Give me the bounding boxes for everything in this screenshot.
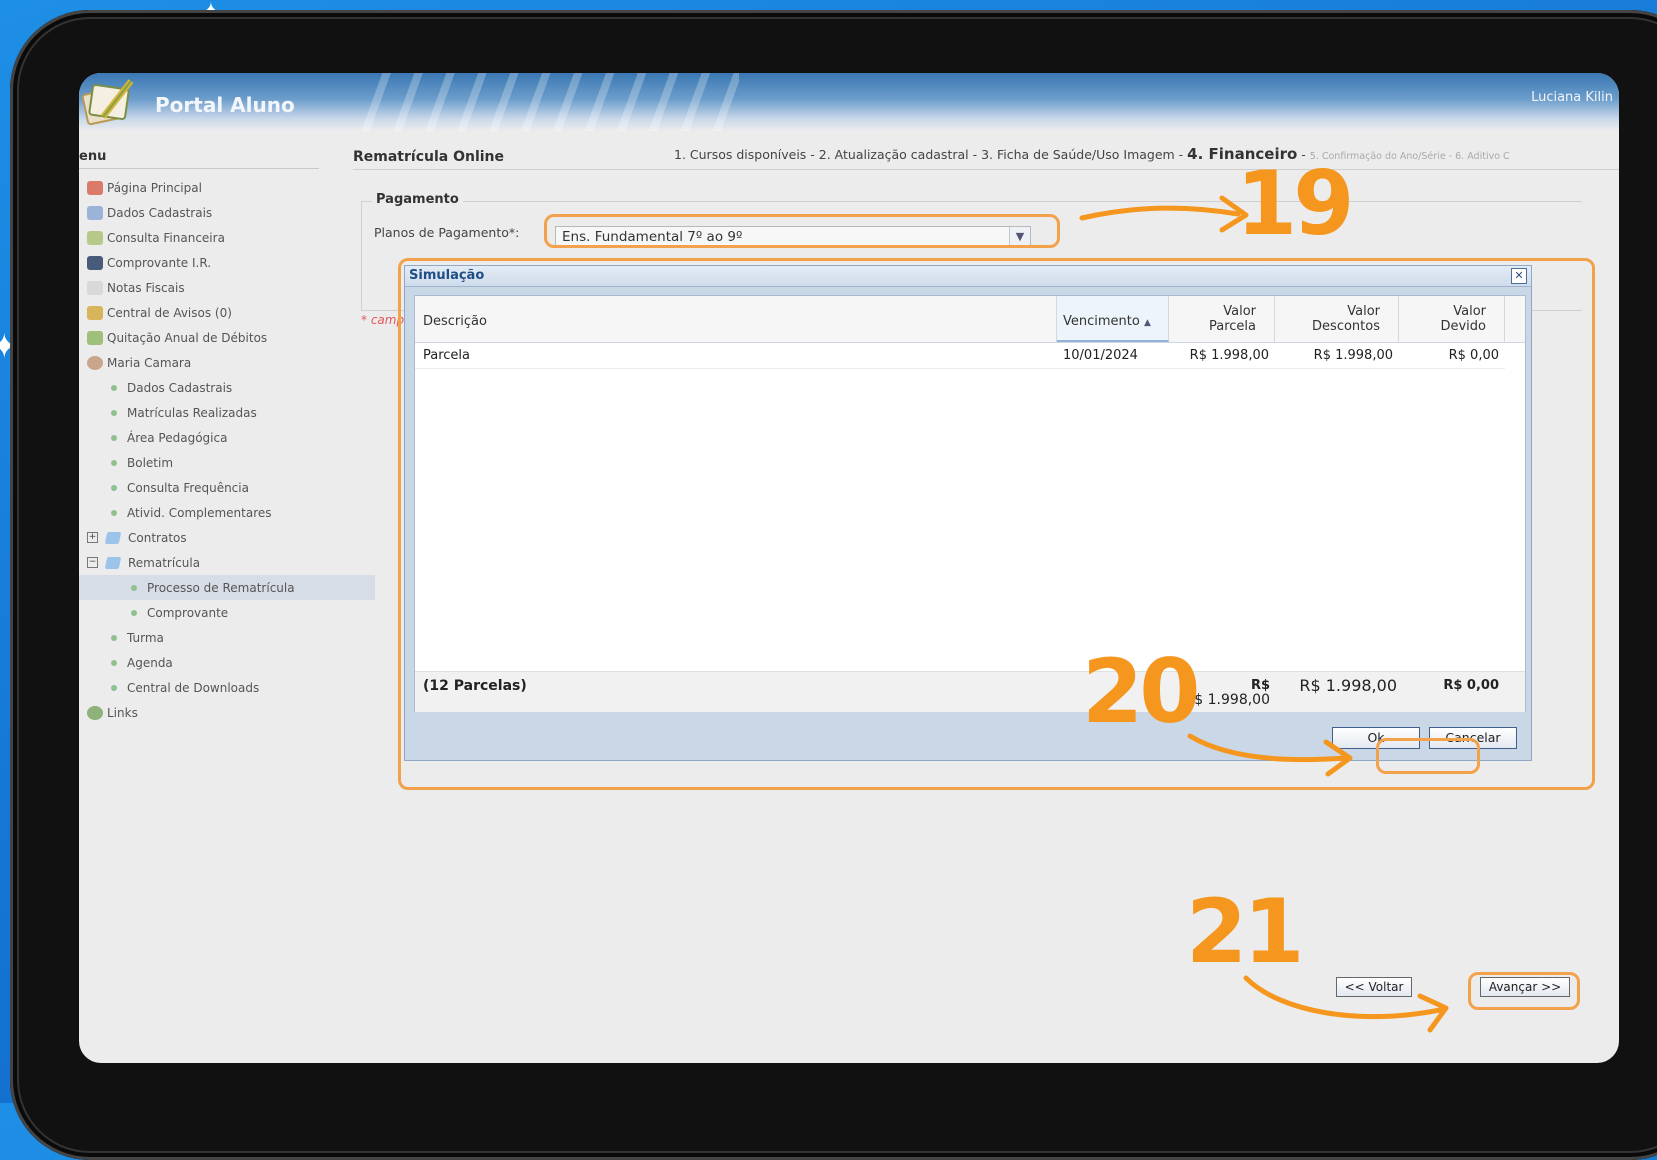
step-number-20: 20: [1082, 640, 1200, 743]
sidebar-item-notas-fiscais[interactable]: Notas Fiscais: [79, 275, 324, 300]
sidebar-item-label: Central de Avisos (0): [107, 305, 232, 320]
page-title: Rematrícula Online: [353, 149, 505, 165]
app-header: Portal Aluno Luciana Kilin: [79, 73, 1619, 131]
bullet-icon: [111, 434, 117, 441]
sidebar-item-comprovante-ir[interactable]: Comprovante I.R.: [79, 250, 324, 275]
sidebar-item-ativid[interactable]: Ativid. Complementares: [79, 500, 324, 525]
plan-label: Planos de Pagamento*:: [374, 225, 520, 240]
sidebar-item-matriculas[interactable]: Matrículas Realizadas: [79, 400, 324, 425]
sidebar-item-label: Central de Downloads: [127, 680, 260, 695]
sidebar-item-label: Maria Camara: [107, 355, 192, 370]
sidebar-item-label: Agenda: [127, 655, 173, 670]
sidebar-item-comprovante[interactable]: Comprovante: [79, 600, 324, 625]
steps-done: 1. Cursos disponíveis - 2. Atualização c…: [674, 147, 1188, 162]
sidebar-item-label: Comprovante: [147, 605, 229, 620]
certificate-icon: [87, 330, 103, 345]
document-icon: [87, 280, 103, 295]
sidebar-item-student[interactable]: Maria Camara: [79, 350, 324, 375]
portal-logo-icon: [81, 79, 134, 126]
sidebar-item-label: Notas Fiscais: [107, 280, 185, 295]
bullet-icon: [131, 609, 137, 616]
sidebar-item-turma[interactable]: Turma: [79, 625, 324, 650]
id-card-icon: [87, 205, 103, 220]
sidebar-menu: enu Página Principal Dados Cadastrais Co…: [79, 149, 375, 725]
highlight-ok-button: [1376, 738, 1480, 774]
sidebar-item-area-pedagogica[interactable]: Área Pedagógica: [79, 425, 324, 450]
sidebar-item-label: Consulta Frequência: [127, 480, 249, 495]
collapse-icon[interactable]: −: [87, 557, 98, 568]
sidebar-item-label: Processo de Rematrícula: [147, 580, 295, 595]
folder-icon: [104, 531, 122, 544]
page-header: Rematrícula Online 1. Cursos disponíveis…: [353, 145, 1619, 170]
bullet-icon: [111, 384, 117, 391]
highlight-simulation-dialog: [398, 258, 1595, 790]
bullet-icon: [111, 484, 117, 491]
home-icon: [87, 180, 103, 195]
sidebar-item-label: Área Pedagógica: [127, 430, 228, 445]
sidebar-item-label: Dados Cadastrais: [107, 205, 213, 220]
sidebar-item-consulta-financeira[interactable]: Consulta Financeira: [79, 225, 324, 250]
sidebar-item-label: Comprovante I.R.: [107, 255, 212, 270]
sidebar-item-label: Links: [107, 705, 138, 720]
sidebar-item-label: Quitação Anual de Débitos: [107, 330, 268, 345]
header-rays: [359, 73, 739, 131]
notice-icon: [87, 305, 103, 320]
back-button[interactable]: << Voltar: [1336, 977, 1412, 997]
sidebar-item-links[interactable]: Links: [79, 700, 324, 725]
sidebar-item-pagina-principal[interactable]: Página Principal: [79, 175, 324, 200]
sidebar-item-label: Consulta Financeira: [107, 230, 225, 245]
step-number-19: 19: [1236, 152, 1354, 255]
highlight-plan-select: [544, 214, 1060, 248]
folder-icon: [104, 556, 122, 569]
app-title: Portal Aluno: [155, 93, 295, 117]
sidebar-item-label: Contratos: [128, 530, 187, 545]
bullet-icon: [111, 509, 117, 516]
sidebar-item-central-avisos[interactable]: Central de Avisos (0): [79, 300, 324, 325]
bullet-icon: [111, 409, 117, 416]
sidebar-item-downloads[interactable]: Central de Downloads: [79, 675, 324, 700]
sidebar-item-label: Boletim: [127, 455, 174, 470]
bullet-icon: [131, 584, 137, 591]
sidebar-item-label: Ativid. Complementares: [127, 505, 272, 520]
sidebar-item-boletim[interactable]: Boletim: [79, 450, 324, 475]
sidebar-item-quitacao-anual[interactable]: Quitação Anual de Débitos: [79, 325, 324, 350]
bullet-icon: [111, 459, 117, 466]
bullet-icon: [111, 684, 117, 691]
sidebar-item-label: Matrículas Realizadas: [127, 405, 257, 420]
sidebar-item-contratos[interactable]: + Contratos: [79, 525, 324, 550]
money-icon: [87, 230, 103, 245]
expand-icon[interactable]: +: [87, 532, 98, 543]
bullet-icon: [111, 659, 117, 666]
payment-legend: Pagamento: [372, 192, 463, 207]
sidebar-item-label: Dados Cadastrais: [127, 380, 233, 395]
menu-title: enu: [79, 149, 319, 169]
graduation-cap-icon: [87, 255, 103, 270]
globe-icon: [87, 705, 103, 720]
sidebar-item-label: Rematrícula: [128, 555, 201, 570]
sidebar-item-rematricula[interactable]: − Rematrícula: [79, 550, 324, 575]
wizard-steps: 1. Cursos disponíveis - 2. Atualização c…: [674, 145, 1510, 163]
sidebar-item-dados-cadastrais[interactable]: Dados Cadastrais: [79, 200, 324, 225]
sidebar-item-label: Página Principal: [107, 180, 202, 195]
bullet-icon: [111, 634, 117, 641]
user-name[interactable]: Luciana Kilin: [1531, 90, 1613, 105]
user-icon: [87, 355, 103, 370]
sidebar-item-agenda[interactable]: Agenda: [79, 650, 324, 675]
sidebar-item-student-dados[interactable]: Dados Cadastrais: [79, 375, 324, 400]
sidebar-item-label: Turma: [127, 630, 164, 645]
step-number-21: 21: [1186, 880, 1304, 983]
highlight-next-button: [1468, 972, 1580, 1010]
sidebar-item-processo-rematricula[interactable]: Processo de Rematrícula: [79, 575, 375, 600]
sidebar-item-frequencia[interactable]: Consulta Frequência: [79, 475, 324, 500]
